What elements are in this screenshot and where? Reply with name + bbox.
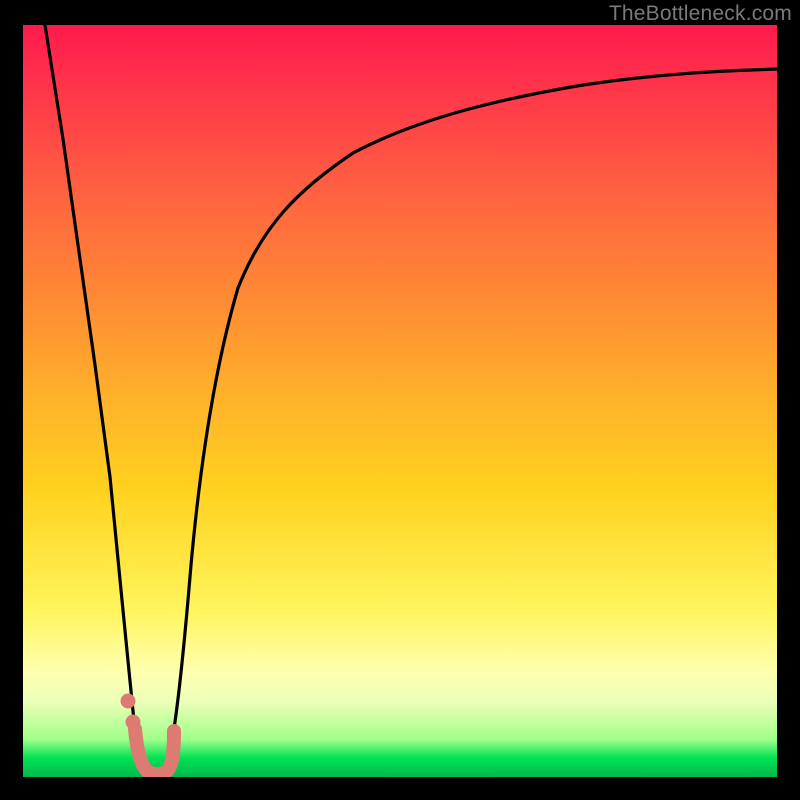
chart-frame: TheBottleneck.com: [0, 0, 800, 800]
valley-marker: [135, 729, 174, 774]
watermark-text: TheBottleneck.com: [609, 2, 792, 26]
curve-left-branch: [45, 25, 143, 762]
chart-svg: [23, 25, 777, 777]
curve-right-branch: [169, 69, 777, 762]
marker-dot-lower: [126, 715, 141, 730]
chart-plot-area: [23, 25, 777, 777]
marker-dot-upper: [121, 694, 136, 709]
